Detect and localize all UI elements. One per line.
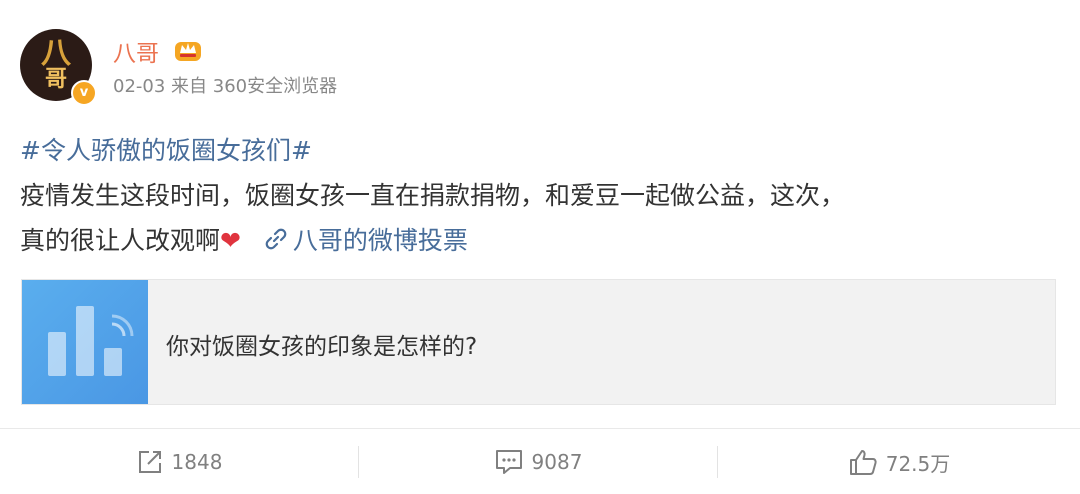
post-body: #令人骄傲的饭圈女孩们# 疫情发生这段时间，饭圈女孩一直在捐款捐物，和爱豆一起做… (20, 128, 1060, 263)
vote-card[interactable]: 你对饭圈女孩的印象是怎样的? (21, 279, 1056, 405)
bar-chart-icon (48, 306, 134, 376)
post-line-2: 真的很让人改观啊 (20, 226, 221, 255)
like-count: 72.5万 (885, 451, 951, 476)
comment-button[interactable]: 9087 (359, 430, 717, 494)
topic-link[interactable]: #令人骄傲的饭圈女孩们# (20, 136, 312, 165)
comment-count: 9087 (531, 450, 583, 474)
like-button[interactable]: 72.5万 (718, 430, 1080, 494)
link-icon[interactable] (263, 226, 289, 252)
action-divider (0, 428, 1080, 429)
repost-button[interactable]: 1848 (0, 430, 358, 494)
post-line-1: 疫情发生这段时间，饭圈女孩一直在捐款捐物，和爱豆一起做公益，这次， (20, 181, 846, 210)
vote-thumbnail (22, 280, 148, 404)
verified-badge-icon: v (71, 80, 97, 106)
repost-count: 1848 (171, 450, 223, 474)
vote-link[interactable]: 八哥的微博投票 (293, 226, 468, 255)
thumbs-up-icon (849, 450, 877, 475)
comment-icon (495, 450, 522, 474)
post-meta: 02-03 来自 360安全浏览器 (113, 76, 338, 97)
avatar-glyph: 八 (41, 36, 71, 71)
repost-icon (138, 451, 161, 473)
vote-title: 你对饭圈女孩的印象是怎样的? (166, 334, 478, 360)
username[interactable]: 八哥 (113, 34, 159, 68)
crown-icon (175, 42, 201, 61)
heart-icon: ❤ (220, 226, 241, 255)
